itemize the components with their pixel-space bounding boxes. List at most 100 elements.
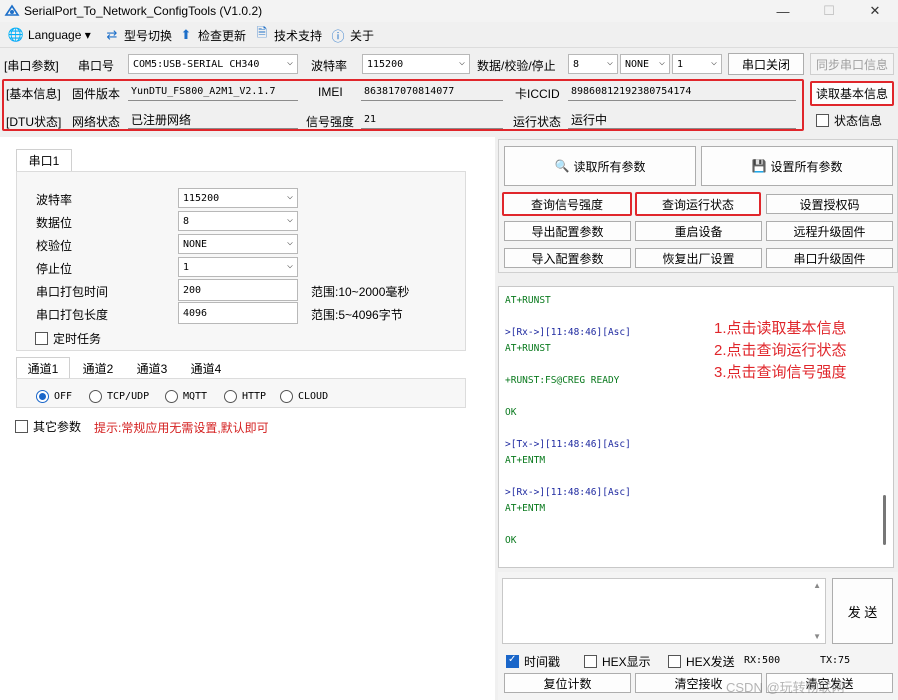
remote-upgrade-button[interactable]: 远程升级固件 xyxy=(766,221,893,241)
read-basic-info-button[interactable]: 读取基本信息 xyxy=(810,81,894,106)
minimize-button[interactable]: — xyxy=(760,0,806,22)
menu-tech-support[interactable]: 🗎 技术支持 xyxy=(254,25,322,44)
left-parity-select[interactable]: NONE ⌵ xyxy=(178,234,298,254)
signal-strength-value: 21 xyxy=(361,111,503,129)
data-parity-stop-label: 数据/校验/停止 xyxy=(477,59,556,73)
checkbox-box xyxy=(35,332,48,345)
radio-dot xyxy=(280,390,293,403)
iccid-label: 卡ICCID xyxy=(515,87,560,101)
pack-time-hint: 范围:10~2000毫秒 xyxy=(311,285,410,299)
protocol-tcpudp-radio[interactable]: TCP/UDP xyxy=(89,390,149,403)
scroll-up-icon[interactable]: ▲ xyxy=(813,581,821,590)
log-line: AT+ENTM xyxy=(505,503,546,514)
title-bar: SerialPort_To_Network_ConfigTools (V1.0.… xyxy=(0,0,898,22)
sync-serial-info-button[interactable]: 同步串口信息 xyxy=(810,53,894,75)
chevron-down-icon: ⌵ xyxy=(658,57,665,68)
close-button[interactable]: ✕ xyxy=(852,0,898,22)
save-icon: 💾 xyxy=(751,159,767,173)
app-logo-icon xyxy=(4,4,20,16)
left-baud-value: 115200 xyxy=(183,192,220,204)
left-baud-select[interactable]: 115200 ⌵ xyxy=(178,188,298,208)
network-status-value: 已注册网络 xyxy=(128,111,298,129)
chevron-down-icon: ⌵ xyxy=(286,191,293,202)
read-all-params-button[interactable]: 🔍 读取所有参数 xyxy=(504,146,696,186)
radio-dot xyxy=(224,390,237,403)
log-line: OK xyxy=(505,407,517,418)
import-config-button[interactable]: 导入配置参数 xyxy=(504,248,631,268)
protocol-off-radio[interactable]: OFF xyxy=(36,390,72,403)
pack-time-input[interactable]: 200 xyxy=(178,279,298,301)
tip-text: 提示:常规应用无需设置,默认即可 xyxy=(94,421,269,435)
port-label: 串口号 xyxy=(78,59,115,73)
parity-value: NONE xyxy=(625,58,650,70)
menu-bar: 🌐 Language ▾ ⇄ 型号切换 ⬆ 检查更新 🗎 技术支持 ⓘ 关于 xyxy=(0,22,898,48)
annotation-step-1: 1.点击读取基本信息 xyxy=(714,320,847,337)
tab-channel2[interactable]: 通道2 xyxy=(72,357,124,379)
timer-task-checkbox[interactable]: 定时任务 xyxy=(35,330,101,347)
send-input[interactable]: ▲ ▼ xyxy=(502,578,826,644)
maximize-button[interactable]: ☐ xyxy=(806,0,852,22)
set-all-params-button[interactable]: 💾 设置所有参数 xyxy=(701,146,893,186)
scroll-down-icon[interactable]: ▼ xyxy=(813,632,821,641)
left-stopbits-select[interactable]: 1 ⌵ xyxy=(178,257,298,277)
query-run-status-button[interactable]: 查询运行状态 xyxy=(635,192,761,216)
read-all-label: 读取所有参数 xyxy=(573,159,646,174)
log-line: OK xyxy=(505,535,517,546)
tab-serial1[interactable]: 串口1 xyxy=(16,149,72,171)
rx-counter: RX:500 xyxy=(744,655,781,666)
other-params-label: 其它参数 xyxy=(33,420,82,434)
left-databits-select[interactable]: 8 ⌵ xyxy=(178,211,298,231)
menu-about[interactable]: ⓘ 关于 xyxy=(330,26,374,44)
left-databits-value: 8 xyxy=(183,215,190,227)
radio-dot xyxy=(89,390,102,403)
hex-send-checkbox[interactable]: HEX发送 xyxy=(668,653,735,670)
globe-icon: 🌐 xyxy=(7,27,25,42)
protocol-mqtt-radio[interactable]: MQTT xyxy=(165,390,207,403)
tab-channel1[interactable]: 通道1 xyxy=(16,357,70,379)
protocol-label: MQTT xyxy=(183,391,208,402)
protocol-http-radio[interactable]: HTTP xyxy=(224,390,266,403)
parity-select[interactable]: NONE ⌵ xyxy=(620,54,670,74)
other-params-checkbox[interactable]: 其它参数 xyxy=(15,418,81,435)
timestamp-checkbox[interactable]: 时间戳 xyxy=(506,653,560,670)
annotation-step-2: 2.点击查询运行状态 xyxy=(714,342,847,359)
menu-check-update[interactable]: ⬆ 检查更新 xyxy=(178,26,246,44)
menu-language[interactable]: 🌐 Language ▾ xyxy=(8,26,91,44)
left-databits-label: 数据位 xyxy=(36,216,73,230)
data-bits-select[interactable]: 8 ⌵ xyxy=(568,54,618,74)
stop-bits-select[interactable]: 1 ⌵ xyxy=(672,54,722,74)
menu-label: 关于 xyxy=(350,28,375,43)
left-stopbits-label: 停止位 xyxy=(36,262,73,276)
query-signal-button[interactable]: 查询信号强度 xyxy=(502,192,632,216)
window-title: SerialPort_To_Network_ConfigTools (V1.0.… xyxy=(24,4,263,18)
reset-count-button[interactable]: 复位计数 xyxy=(504,673,631,693)
checkbox-box xyxy=(816,114,829,127)
chevron-down-icon: ⌵ xyxy=(710,57,717,68)
tab-channel4[interactable]: 通道4 xyxy=(180,357,232,379)
restart-device-button[interactable]: 重启设备 xyxy=(635,221,762,241)
checkbox-box xyxy=(15,420,28,433)
basic-info-section: [基本信息] xyxy=(6,87,61,101)
export-config-button[interactable]: 导出配置参数 xyxy=(504,221,631,241)
log-line: +RUNST:FS@CREG READY xyxy=(505,375,620,386)
menu-model-switch[interactable]: ⇄ 型号切换 xyxy=(104,26,172,44)
pack-length-input[interactable]: 4096 xyxy=(178,302,298,324)
chevron-down-icon: ⌵ xyxy=(286,237,293,248)
factory-reset-button[interactable]: 恢复出厂设置 xyxy=(635,248,762,268)
baud-select[interactable]: 115200 ⌵ xyxy=(362,54,470,74)
log-scrollbar[interactable] xyxy=(883,495,886,545)
send-button[interactable]: 发 送 xyxy=(832,578,893,644)
menu-label: Language ▾ xyxy=(28,28,91,42)
hex-display-checkbox[interactable]: HEX显示 xyxy=(584,653,651,670)
protocol-cloud-radio[interactable]: CLOUD xyxy=(280,390,328,403)
imei-label: IMEI xyxy=(318,85,343,99)
status-info-checkbox[interactable]: 状态信息 xyxy=(816,112,882,129)
tx-counter: TX:75 xyxy=(820,655,851,666)
close-port-button[interactable]: 串口关闭 xyxy=(728,53,804,75)
set-auth-code-button[interactable]: 设置授权码 xyxy=(766,194,893,214)
tab-channel3[interactable]: 通道3 xyxy=(126,357,178,379)
port-select[interactable]: COM5:USB-SERIAL CH340 ⌵ xyxy=(128,54,298,74)
serial-upgrade-button[interactable]: 串口升级固件 xyxy=(766,248,893,268)
